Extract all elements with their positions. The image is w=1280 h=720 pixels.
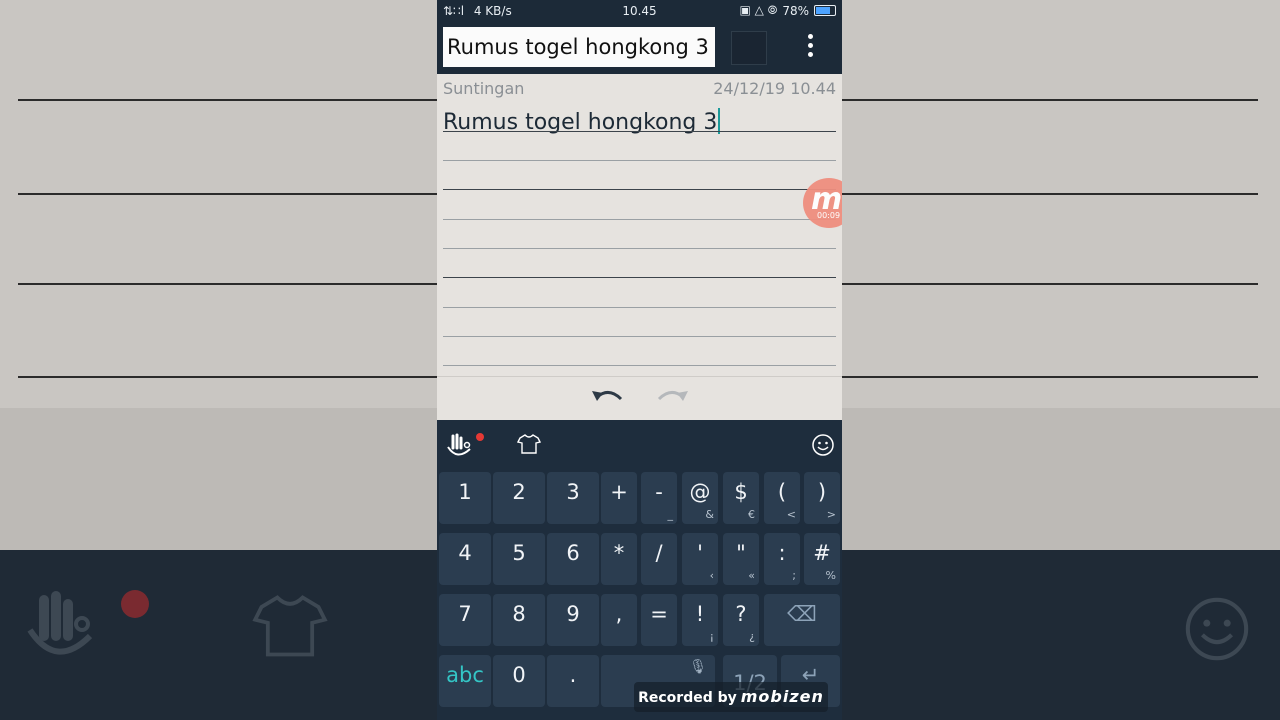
key-5[interactable]: 5	[493, 533, 545, 585]
watermark-prefix: Recorded by	[638, 690, 737, 706]
status-icons: ▣ △ ⦾	[739, 3, 778, 17]
key-hash[interactable]: #%	[804, 533, 840, 585]
recorder-timer: 00:09	[817, 211, 841, 220]
key-1[interactable]: 1	[439, 472, 491, 524]
key-9[interactable]: 9	[547, 594, 599, 646]
touchpal-logo-icon[interactable]	[445, 432, 475, 460]
background-shirt-icon	[252, 595, 328, 657]
edit-label: Suntingan	[443, 79, 525, 98]
emoji-icon[interactable]	[811, 433, 835, 457]
note-rule	[443, 131, 836, 132]
note-editor[interactable]: Suntingan 24/12/19 10.44 Rumus togel hon…	[437, 74, 842, 376]
key-question[interactable]: ? ¿	[723, 594, 759, 646]
note-rule	[443, 248, 836, 249]
dot-icon	[807, 43, 813, 48]
edit-timestamp: 24/12/19 10.44	[713, 79, 836, 98]
key-quote[interactable]: " «	[723, 533, 759, 585]
note-rule	[443, 189, 836, 190]
key-minus[interactable]: - _	[641, 472, 677, 524]
keyboard-toolbar	[437, 420, 842, 468]
note-rule	[443, 219, 836, 220]
status-right: ▣ △ ⦾ 78%	[740, 3, 836, 18]
note-rule	[443, 160, 836, 161]
background-red-dot	[121, 590, 149, 618]
note-title-input[interactable]: Rumus togel hongkong 3	[443, 27, 715, 67]
status-bar: ⇅∷l 4 KB/s 10.45 ▣ △ ⦾ 78%	[437, 0, 842, 22]
shirt-icon[interactable]	[517, 433, 541, 455]
key-apostrophe[interactable]: ' ‹	[682, 533, 718, 585]
key-4[interactable]: 4	[439, 533, 491, 585]
dot-icon	[807, 34, 813, 39]
phone-screen: ⇅∷l 4 KB/s 10.45 ▣ △ ⦾ 78% Rumus togel h…	[437, 0, 842, 720]
note-rule	[443, 365, 836, 366]
notification-dot	[476, 433, 484, 441]
key-asterisk[interactable]: *	[601, 533, 637, 585]
key-dollar[interactable]: $ €	[723, 472, 759, 524]
key-equals[interactable]: =	[641, 594, 677, 646]
app-bar: Rumus togel hongkong 3	[437, 22, 842, 74]
key-2[interactable]: 2	[493, 472, 545, 524]
battery-percent: 78%	[782, 3, 809, 18]
key-period[interactable]: .	[547, 655, 599, 707]
key-abc[interactable]: abc	[439, 655, 491, 707]
key-at[interactable]: @ &	[682, 472, 718, 524]
background-touchpal-icon	[27, 591, 93, 655]
color-picker-button[interactable]	[731, 31, 767, 65]
key-plus[interactable]: +	[601, 472, 637, 524]
note-rule	[443, 277, 836, 278]
key-6[interactable]: 6	[547, 533, 599, 585]
overflow-menu-button[interactable]	[797, 34, 823, 62]
battery-icon	[814, 5, 836, 16]
dot-icon	[807, 52, 813, 57]
backspace-key[interactable]: ⌫	[764, 594, 840, 646]
note-rule	[443, 307, 836, 308]
note-rule	[443, 336, 836, 337]
watermark-brand: mobizen	[740, 687, 824, 706]
key-8[interactable]: 8	[493, 594, 545, 646]
key-slash[interactable]: /	[641, 533, 677, 585]
recorded-by-watermark: Recorded by mobizen	[634, 682, 828, 712]
key-comma[interactable]: ,	[601, 594, 637, 646]
undo-redo-bar	[437, 376, 842, 421]
undo-icon[interactable]	[589, 385, 625, 413]
keyboard: 1 2 3 + - _ @ & $ € (< ) > 4 5 6 * / ' ‹ " « :…	[437, 420, 842, 720]
redo-icon[interactable]	[655, 385, 691, 413]
key-3[interactable]: 3	[547, 472, 599, 524]
key-paren-close[interactable]: ) >	[804, 472, 840, 524]
key-0[interactable]: 0	[493, 655, 545, 707]
key-colon[interactable]: :;	[764, 533, 800, 585]
background-emoji-icon	[1185, 597, 1249, 661]
backspace-icon: ⌫	[787, 602, 817, 626]
key-7[interactable]: 7	[439, 594, 491, 646]
key-exclamation[interactable]: ! ¡	[682, 594, 718, 646]
key-paren-open[interactable]: (<	[764, 472, 800, 524]
